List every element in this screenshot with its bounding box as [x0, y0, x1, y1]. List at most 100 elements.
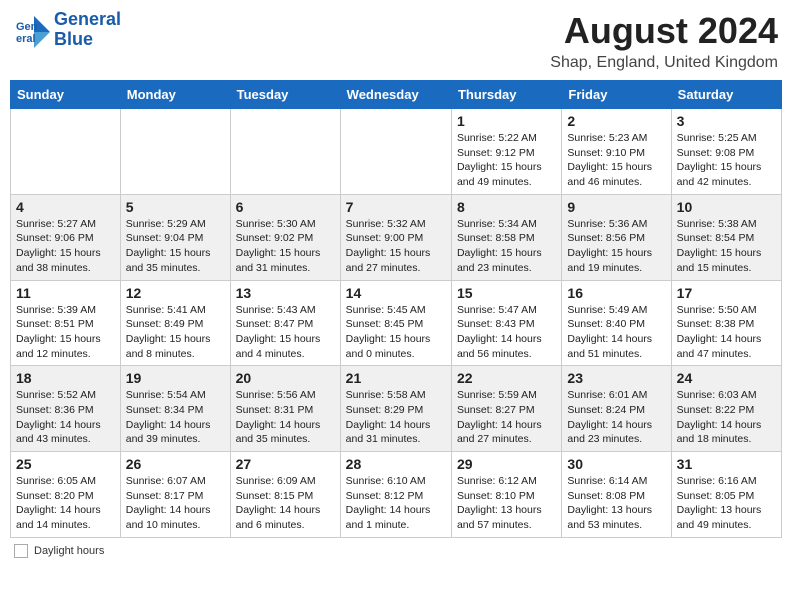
day-detail: Sunrise: 5:58 AM Sunset: 8:29 PM Dayligh… — [346, 388, 446, 447]
calendar-cell: 27 Sunrise: 6:09 AM Sunset: 8:15 PM Dayli… — [230, 452, 340, 538]
calendar-cell — [230, 109, 340, 195]
daylight-color-box — [14, 544, 28, 558]
calendar-cell: 5 Sunrise: 5:29 AM Sunset: 9:04 PM Daylig… — [120, 194, 230, 280]
day-detail: Sunrise: 5:22 AM Sunset: 9:12 PM Dayligh… — [457, 131, 556, 190]
header-day-wednesday: Wednesday — [340, 81, 451, 109]
calendar-cell: 13Sunrise: 5:43 AM Sunset: 8:47 PM Dayli… — [230, 280, 340, 366]
day-detail: Sunrise: 6:01 AM Sunset: 8:24 PM Dayligh… — [567, 388, 665, 447]
day-detail: Sunrise: 5:47 AM Sunset: 8:43 PM Dayligh… — [457, 303, 556, 362]
calendar-cell — [11, 109, 121, 195]
calendar-cell: 21 Sunrise: 5:58 AM Sunset: 8:29 PM Dayli… — [340, 366, 451, 452]
day-number: 4 — [16, 199, 115, 215]
page-header: Gen eral General Blue August 2024 Shap, … — [10, 10, 782, 72]
day-number: 3 — [677, 113, 776, 129]
header-day-monday: Monday — [120, 81, 230, 109]
calendar-cell: 30 Sunrise: 6:14 AM Sunset: 8:08 PM Dayli… — [562, 452, 671, 538]
calendar-cell: 29 Sunrise: 6:12 AM Sunset: 8:10 PM Dayli… — [451, 452, 561, 538]
location-title: Shap, England, United Kingdom — [550, 54, 778, 72]
calendar-cell: 19Sunrise: 5:54 AM Sunset: 8:34 PM Dayli… — [120, 366, 230, 452]
calendar-cell: 26 Sunrise: 6:07 AM Sunset: 8:17 PM Dayli… — [120, 452, 230, 538]
calendar-cell: 10 Sunrise: 5:38 AM Sunset: 8:54 PM Dayli… — [671, 194, 781, 280]
day-number: 1 — [457, 113, 556, 129]
calendar-cell: 6 Sunrise: 5:30 AM Sunset: 9:02 PM Daylig… — [230, 194, 340, 280]
day-number: 17 — [677, 285, 776, 301]
day-number: 24 — [677, 370, 776, 386]
day-detail: Sunrise: 5:50 AM Sunset: 8:38 PM Dayligh… — [677, 303, 776, 362]
calendar-cell: 14 Sunrise: 5:45 AM Sunset: 8:45 PM Dayli… — [340, 280, 451, 366]
day-number: 11 — [16, 285, 115, 301]
day-detail: Sunrise: 5:32 AM Sunset: 9:00 PM Dayligh… — [346, 217, 446, 276]
day-detail: Sunrise: 5:38 AM Sunset: 8:54 PM Dayligh… — [677, 217, 776, 276]
calendar-cell: 24 Sunrise: 6:03 AM Sunset: 8:22 PM Dayli… — [671, 366, 781, 452]
day-detail: Sunrise: 5:39 AM Sunset: 8:51 PM Dayligh… — [16, 303, 115, 362]
title-block: August 2024 Shap, England, United Kingdo… — [550, 10, 778, 72]
day-number: 23 — [567, 370, 665, 386]
daylight-legend: Daylight hours — [14, 544, 104, 558]
calendar-cell: 18 Sunrise: 5:52 AM Sunset: 8:36 PM Dayli… — [11, 366, 121, 452]
calendar-cell: 3 Sunrise: 5:25 AM Sunset: 9:08 PM Daylig… — [671, 109, 781, 195]
day-detail: Sunrise: 5:36 AM Sunset: 8:56 PM Dayligh… — [567, 217, 665, 276]
day-detail: Sunrise: 5:52 AM Sunset: 8:36 PM Dayligh… — [16, 388, 115, 447]
svg-text:Gen: Gen — [16, 21, 38, 33]
header-day-thursday: Thursday — [451, 81, 561, 109]
calendar-table: SundayMondayTuesdayWednesdayThursdayFrid… — [10, 80, 782, 538]
logo: Gen eral General Blue — [14, 10, 121, 50]
day-detail: Sunrise: 5:27 AM Sunset: 9:06 PM Dayligh… — [16, 217, 115, 276]
day-detail: Sunrise: 6:12 AM Sunset: 8:10 PM Dayligh… — [457, 474, 556, 533]
day-detail: Sunrise: 5:49 AM Sunset: 8:40 PM Dayligh… — [567, 303, 665, 362]
day-number: 18 — [16, 370, 115, 386]
day-detail: Sunrise: 6:03 AM Sunset: 8:22 PM Dayligh… — [677, 388, 776, 447]
calendar-cell: 31Sunrise: 6:16 AM Sunset: 8:05 PM Dayli… — [671, 452, 781, 538]
calendar-cell: 15Sunrise: 5:47 AM Sunset: 8:43 PM Dayli… — [451, 280, 561, 366]
day-detail: Sunrise: 5:30 AM Sunset: 9:02 PM Dayligh… — [236, 217, 335, 276]
day-number: 14 — [346, 285, 446, 301]
day-number: 7 — [346, 199, 446, 215]
day-detail: Sunrise: 6:10 AM Sunset: 8:12 PM Dayligh… — [346, 474, 446, 533]
day-number: 21 — [346, 370, 446, 386]
day-number: 30 — [567, 456, 665, 472]
calendar-cell: 22 Sunrise: 5:59 AM Sunset: 8:27 PM Dayli… — [451, 366, 561, 452]
day-detail: Sunrise: 5:59 AM Sunset: 8:27 PM Dayligh… — [457, 388, 556, 447]
day-detail: Sunrise: 6:14 AM Sunset: 8:08 PM Dayligh… — [567, 474, 665, 533]
day-detail: Sunrise: 5:41 AM Sunset: 8:49 PM Dayligh… — [126, 303, 225, 362]
day-number: 5 — [126, 199, 225, 215]
day-detail: Sunrise: 6:09 AM Sunset: 8:15 PM Dayligh… — [236, 474, 335, 533]
day-detail: Sunrise: 5:43 AM Sunset: 8:47 PM Dayligh… — [236, 303, 335, 362]
day-detail: Sunrise: 6:05 AM Sunset: 8:20 PM Dayligh… — [16, 474, 115, 533]
calendar-cell: 25 Sunrise: 6:05 AM Sunset: 8:20 PM Dayli… — [11, 452, 121, 538]
day-number: 29 — [457, 456, 556, 472]
header-day-saturday: Saturday — [671, 81, 781, 109]
header-day-sunday: Sunday — [11, 81, 121, 109]
day-number: 16 — [567, 285, 665, 301]
calendar-cell: 17 Sunrise: 5:50 AM Sunset: 8:38 PM Dayli… — [671, 280, 781, 366]
calendar-cell: 11 Sunrise: 5:39 AM Sunset: 8:51 PM Dayli… — [11, 280, 121, 366]
header-day-friday: Friday — [562, 81, 671, 109]
calendar-cell — [120, 109, 230, 195]
day-number: 28 — [346, 456, 446, 472]
calendar-cell: 7 Sunrise: 5:32 AM Sunset: 9:00 PM Daylig… — [340, 194, 451, 280]
daylight-label: Daylight hours — [34, 545, 104, 557]
day-number: 10 — [677, 199, 776, 215]
day-number: 26 — [126, 456, 225, 472]
day-detail: Sunrise: 5:25 AM Sunset: 9:08 PM Dayligh… — [677, 131, 776, 190]
day-number: 25 — [16, 456, 115, 472]
calendar-cell: 28 Sunrise: 6:10 AM Sunset: 8:12 PM Dayli… — [340, 452, 451, 538]
calendar-cell: 16 Sunrise: 5:49 AM Sunset: 8:40 PM Dayli… — [562, 280, 671, 366]
week-row-2: 4 Sunrise: 5:27 AM Sunset: 9:06 PM Daylig… — [11, 194, 782, 280]
day-number: 31 — [677, 456, 776, 472]
day-detail: Sunrise: 6:07 AM Sunset: 8:17 PM Dayligh… — [126, 474, 225, 533]
day-detail: Sunrise: 5:45 AM Sunset: 8:45 PM Dayligh… — [346, 303, 446, 362]
day-number: 20 — [236, 370, 335, 386]
calendar-cell: 23 Sunrise: 6:01 AM Sunset: 8:24 PM Dayli… — [562, 366, 671, 452]
day-detail: Sunrise: 5:23 AM Sunset: 9:10 PM Dayligh… — [567, 131, 665, 190]
header-row: SundayMondayTuesdayWednesdayThursdayFrid… — [11, 81, 782, 109]
calendar-cell: 4 Sunrise: 5:27 AM Sunset: 9:06 PM Daylig… — [11, 194, 121, 280]
day-number: 27 — [236, 456, 335, 472]
day-number: 22 — [457, 370, 556, 386]
calendar-cell: 12Sunrise: 5:41 AM Sunset: 8:49 PM Dayli… — [120, 280, 230, 366]
day-number: 6 — [236, 199, 335, 215]
day-number: 9 — [567, 199, 665, 215]
day-detail: Sunrise: 5:56 AM Sunset: 8:31 PM Dayligh… — [236, 388, 335, 447]
calendar-cell: 8Sunrise: 5:34 AM Sunset: 8:58 PM Daylig… — [451, 194, 561, 280]
day-detail: Sunrise: 5:29 AM Sunset: 9:04 PM Dayligh… — [126, 217, 225, 276]
